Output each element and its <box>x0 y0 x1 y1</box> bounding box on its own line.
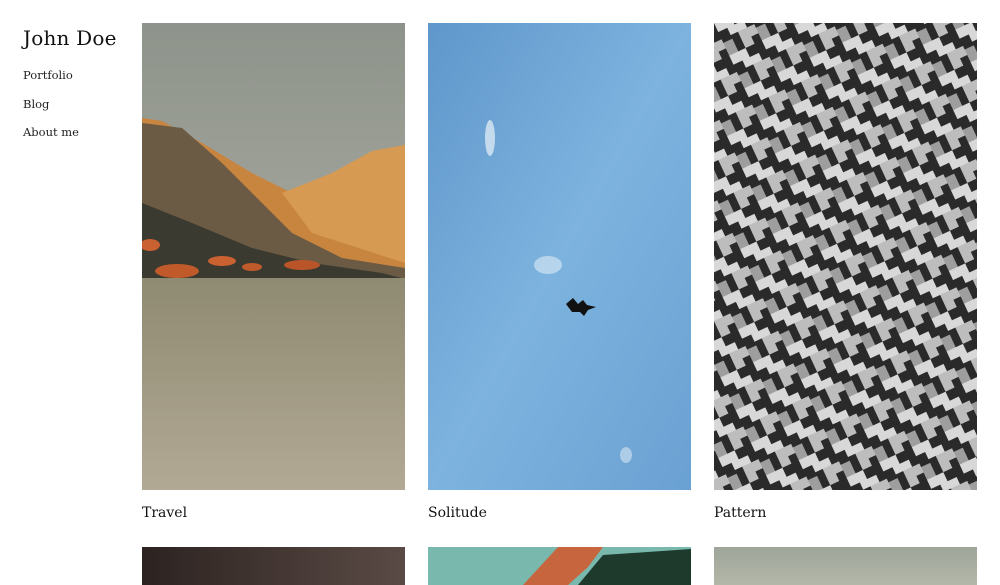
solitude-photo[interactable] <box>428 23 691 490</box>
gallery-item-travel[interactable]: Travel <box>142 23 405 522</box>
pattern-photo[interactable] <box>714 23 977 490</box>
main-nav: Portfolio Blog About me <box>23 68 133 154</box>
gallery-item-solitude[interactable]: Solitude <box>428 23 691 522</box>
gallery-item-row2-3[interactable] <box>714 547 977 585</box>
nav-item-portfolio[interactable]: Portfolio <box>23 68 133 97</box>
nav-item-about[interactable]: About me <box>23 125 133 154</box>
gallery-item-row2-2[interactable] <box>428 547 691 585</box>
sidebar: John Doe Portfolio Blog About me <box>23 24 133 154</box>
gallery-item-row2-1[interactable] <box>142 547 405 585</box>
gallery-caption[interactable]: Solitude <box>428 504 691 522</box>
gallery-item-pattern[interactable]: Pattern <box>714 23 977 522</box>
gallery-photo[interactable] <box>142 547 405 585</box>
travel-photo[interactable] <box>142 23 405 490</box>
gallery-photo[interactable] <box>428 547 691 585</box>
gallery-photo[interactable] <box>714 547 977 585</box>
nav-item-blog[interactable]: Blog <box>23 97 133 126</box>
gallery-caption[interactable]: Travel <box>142 504 405 522</box>
gallery-caption[interactable]: Pattern <box>714 504 977 522</box>
site-title[interactable]: John Doe <box>23 24 133 52</box>
